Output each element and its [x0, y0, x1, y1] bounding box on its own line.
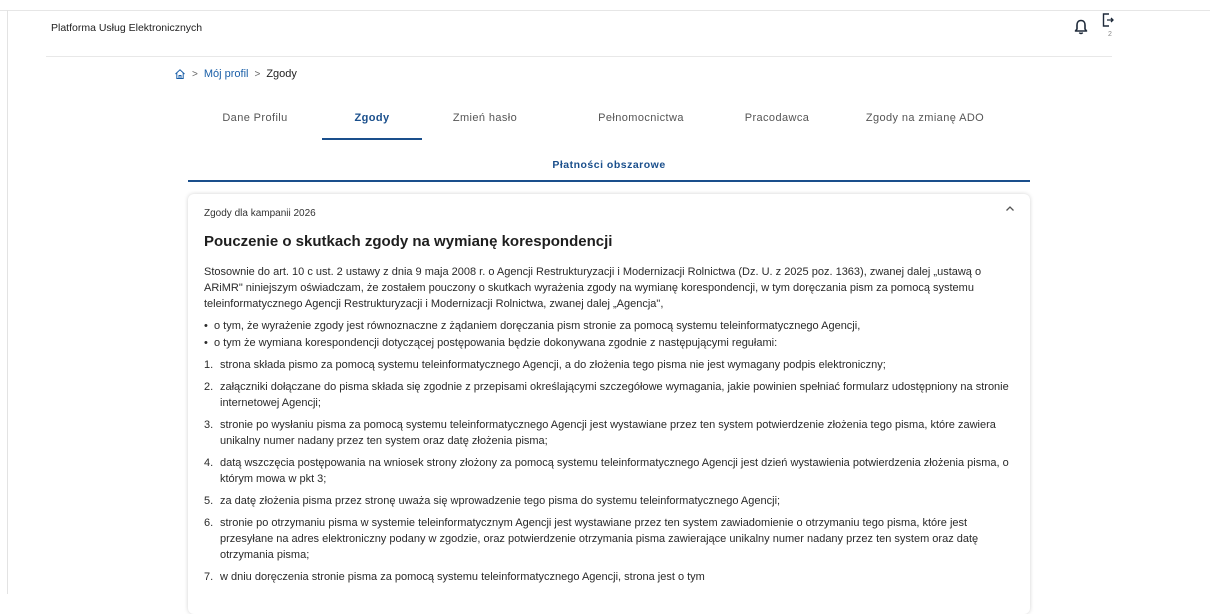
rule-text: stronie po wysłaniu pisma za pomocą syst… — [220, 419, 996, 447]
list-item: 4. datą wszczęcia postępowania na wniosek… — [204, 455, 1016, 487]
tab-dane-profilu[interactable]: Dane Profilu — [188, 104, 322, 138]
card-title: Pouczenie o skutkach zgody na wymianę ko… — [204, 233, 613, 250]
list-item: 3. stronie po wysłaniu pisma za pomocą sy… — [204, 417, 1016, 449]
top-border — [0, 10, 1210, 11]
tab-zmien-haslo[interactable]: Zmień hasło — [422, 104, 548, 138]
tab-zgody-na-zmiane-ado[interactable]: Zgody na zmianę ADO — [820, 104, 1030, 138]
rule-text: w dniu doręczenia stronie pisma za pomoc… — [220, 571, 705, 583]
logout-sub-label: 2 — [1108, 31, 1112, 38]
rule-text: strona składa pismo za pomocą systemu te… — [220, 359, 886, 371]
rule-text: stronie po otrzymaniu pisma w systemie t… — [220, 517, 979, 561]
left-border — [7, 10, 8, 594]
list-item: o tym że wymiana korespondencji dotycząc… — [204, 335, 1016, 351]
list-item: 5. za datę złożenia pisma przez stronę uw… — [204, 493, 1016, 509]
rule-number: 7. — [204, 571, 214, 583]
chevron-up-icon[interactable] — [1004, 204, 1016, 214]
tab-pelnomocnictwa[interactable]: Pełnomocnictwa — [548, 104, 734, 138]
rule-number: 4. — [204, 457, 214, 469]
breadcrumb-my-profile[interactable]: Mój profil — [204, 68, 249, 80]
subtab-platnosci-obszarowe[interactable]: Płatności obszarowe — [188, 156, 1030, 182]
rule-text: za datę złożenia pisma przez stronę uważ… — [220, 495, 781, 507]
header-divider — [46, 56, 1112, 57]
rule-text: załączniki dołączane do pisma składa się… — [220, 381, 1009, 409]
breadcrumb-separator: > — [192, 68, 198, 80]
list-item: 1. strona składa pismo za pomocą systemu … — [204, 357, 1016, 373]
profile-tabs: Dane Profilu Zgody Zmień hasło Pełnomocn… — [188, 104, 1030, 140]
logout-icon[interactable] — [1102, 13, 1114, 27]
bell-icon[interactable] — [1074, 19, 1088, 35]
list-item: 2. załączniki dołączane do pisma składa s… — [204, 379, 1016, 411]
rule-number: 6. — [204, 517, 214, 529]
tab-zgody[interactable]: Zgody — [322, 104, 422, 140]
consent-card: Zgody dla kampanii 2026 Pouczenie o skut… — [188, 194, 1030, 614]
app-title: Platforma Usług Elektronicznych — [51, 22, 203, 34]
breadcrumb-current: Zgody — [266, 68, 297, 80]
rule-number: 2. — [204, 381, 214, 393]
intro-paragraph: Stosownie do art. 10 c ust. 2 ustawy z d… — [204, 266, 982, 310]
breadcrumb-separator: > — [254, 68, 261, 80]
list-item: 7. w dniu doręczenia stronie pisma za pom… — [204, 569, 1016, 585]
rule-text: datą wszczęcia postępowania na wniosek s… — [220, 457, 1009, 485]
rule-number: 1. — [204, 359, 214, 371]
bullet-list: o tym, że wyrażenie zgody jest równoznac… — [204, 318, 1016, 351]
tab-pracodawca[interactable]: Pracodawca — [734, 104, 820, 138]
campaign-label: Zgody dla kampanii 2026 — [204, 208, 316, 219]
list-item: o tym, że wyrażenie zgody jest równoznac… — [204, 318, 1016, 334]
rule-number: 3. — [204, 419, 214, 431]
list-item: 6. stronie po otrzymaniu pisma w systemie… — [204, 515, 1016, 563]
rule-number: 5. — [204, 495, 214, 507]
card-body: Stosownie do art. 10 c ust. 2 ustawy z d… — [204, 264, 1016, 591]
rules-list: 1. strona składa pismo za pomocą systemu … — [204, 357, 1016, 585]
home-icon[interactable] — [174, 68, 186, 80]
breadcrumb: > Mój profil > Zgody — [174, 68, 297, 80]
